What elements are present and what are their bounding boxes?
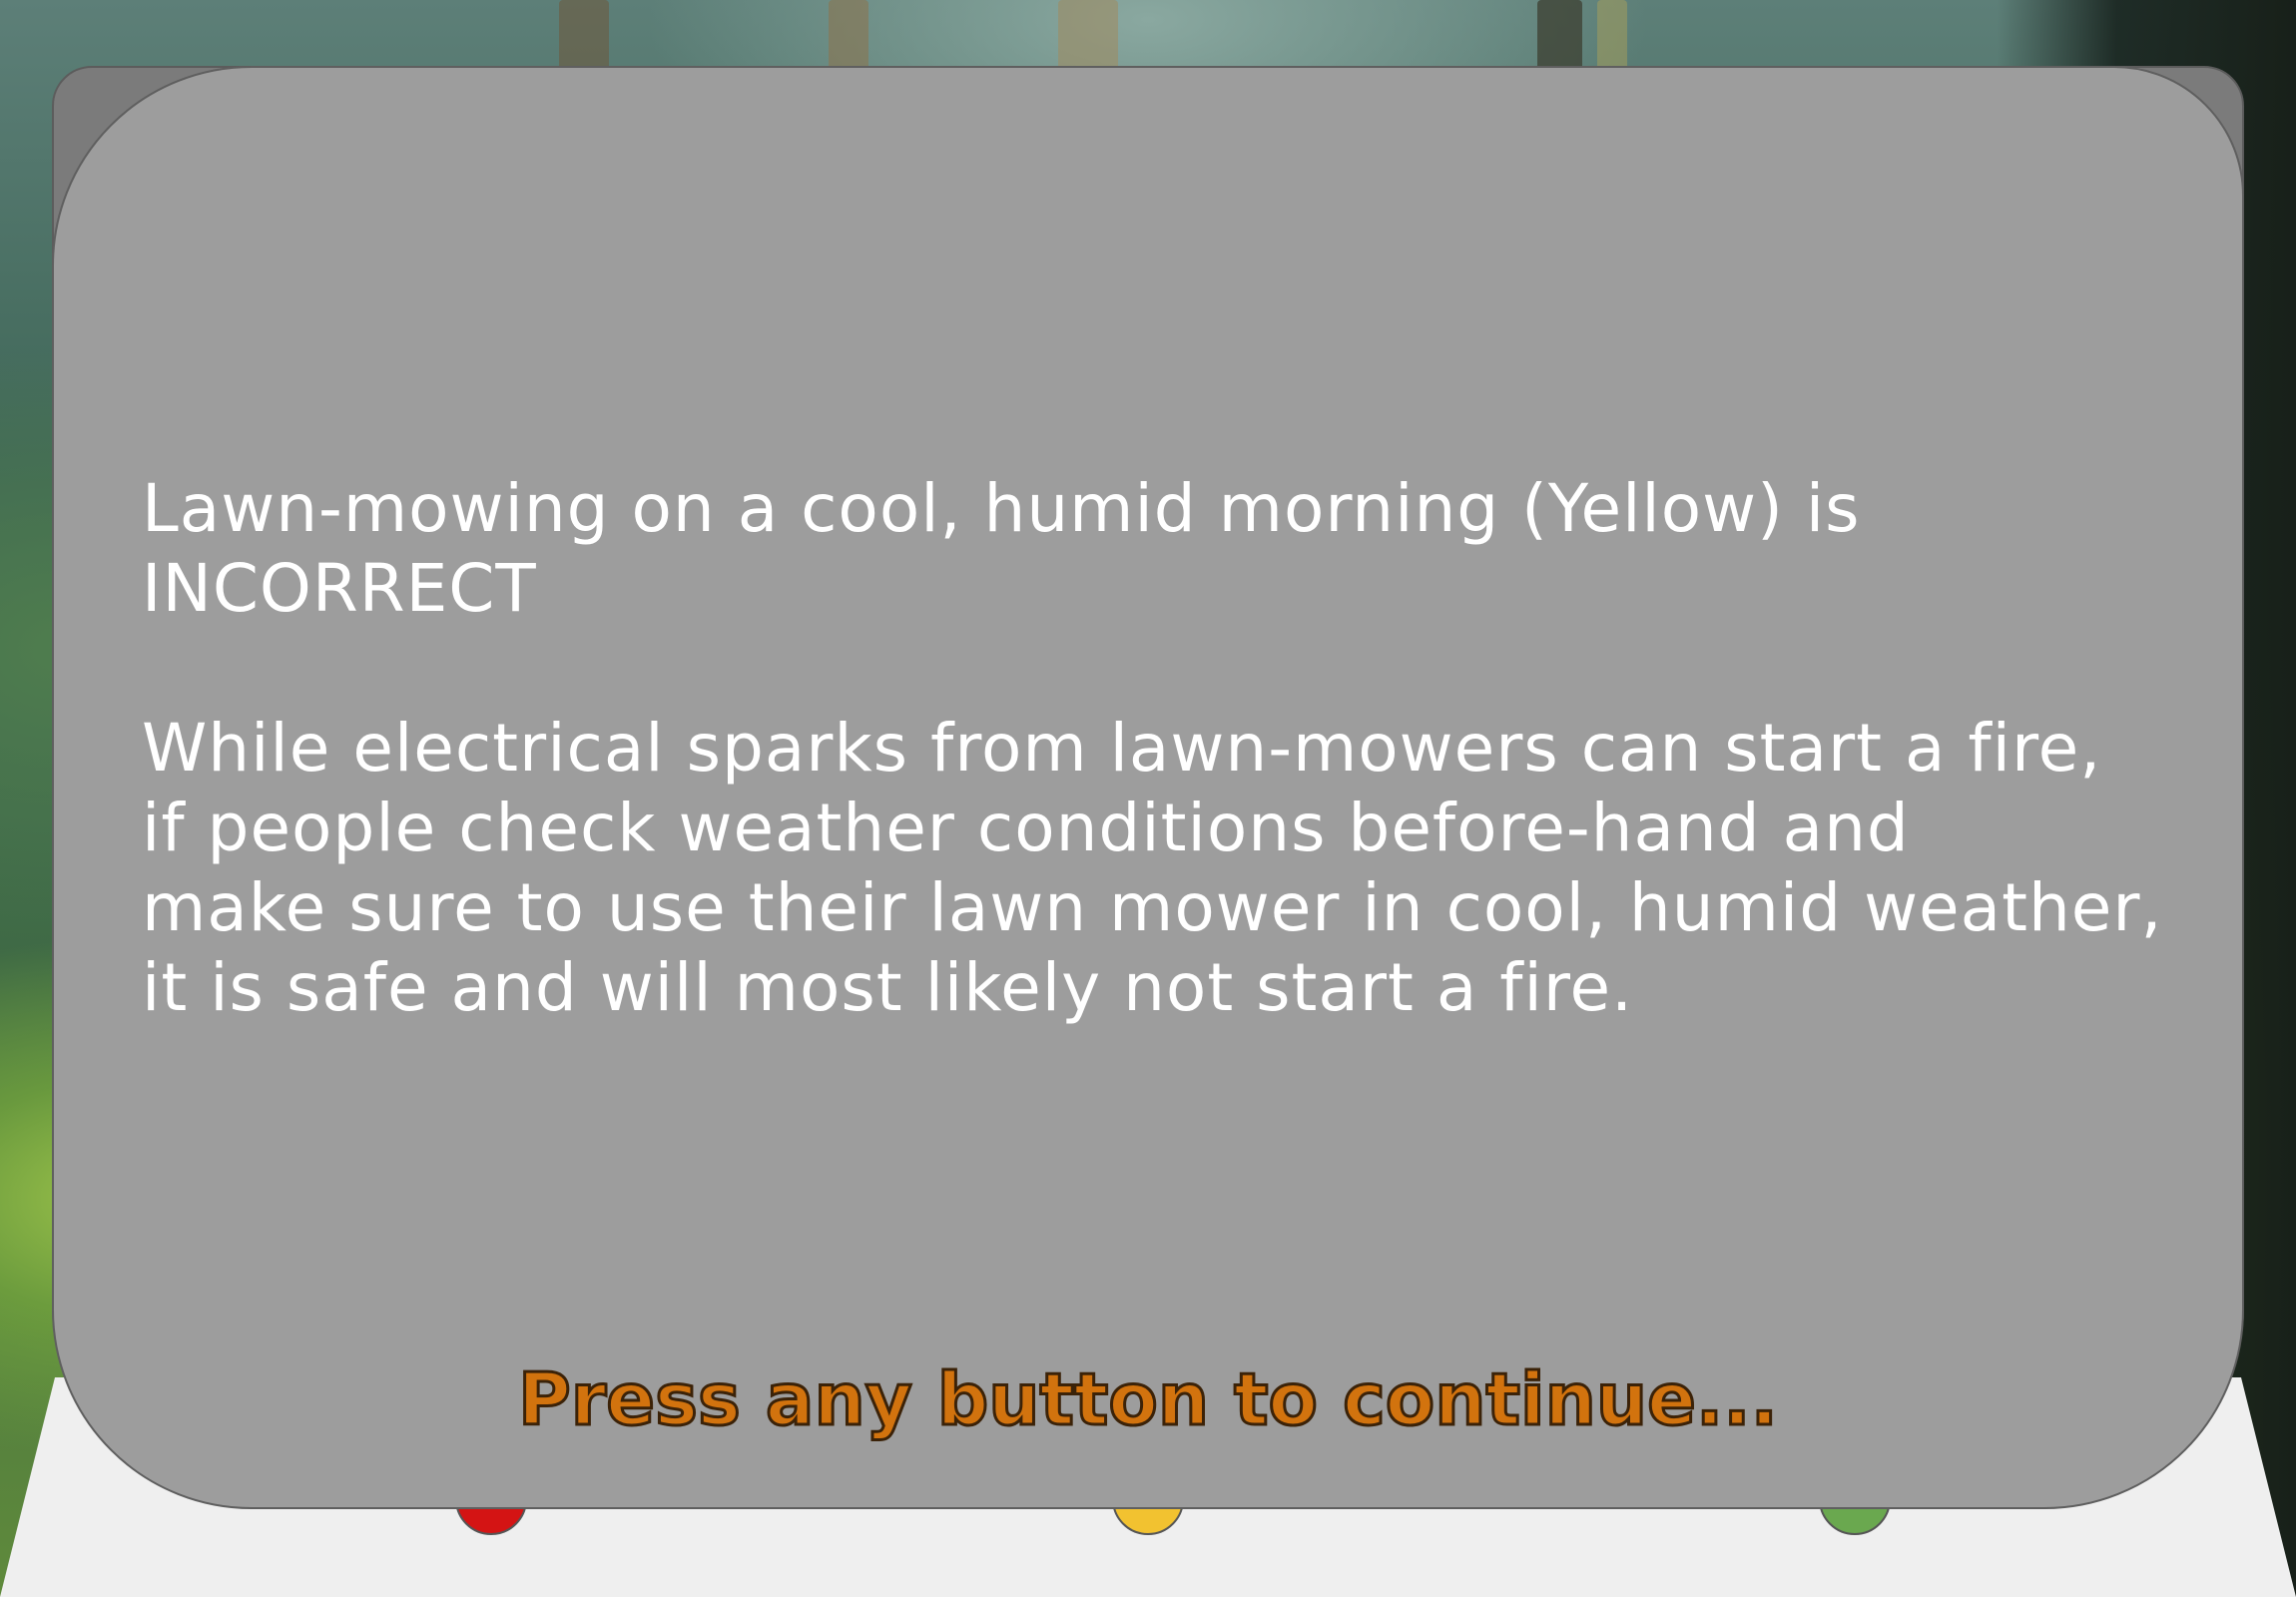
explanation-line: While electrical sparks from lawn-mowers… [142,710,2102,787]
continue-prompt[interactable]: Press any button to continue... [0,1356,2296,1443]
verdict-line: Lawn-mowing on a cool, humid morning (Ye… [142,470,1861,547]
verdict-result: INCORRECT [142,550,537,627]
explanation-line: make sure to use their lawn mower in coo… [142,869,2163,946]
explanation-line: it is safe and will most likely not star… [142,949,1634,1026]
explanation-line: if people check weather conditions befor… [142,790,1910,866]
feedback-message: Lawn-mowing on a cool, humid morning (Ye… [142,469,2178,1028]
